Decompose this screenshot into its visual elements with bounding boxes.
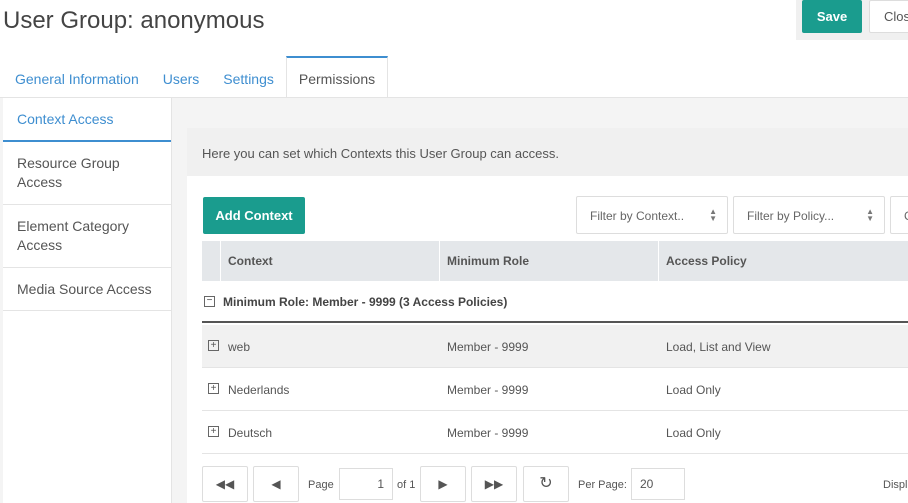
expand-icon[interactable]: + (208, 426, 219, 437)
select-arrows-icon: ▲ ▼ (709, 207, 717, 223)
vtab-element-category-access[interactable]: Element Category Access (3, 205, 171, 268)
display-info: Displ (883, 479, 908, 491)
vtab-media-source-access[interactable]: Media Source Access (3, 268, 171, 311)
table-row[interactable]: + Nederlands Member - 9999 Load Only (202, 368, 908, 411)
tab-general-information[interactable]: General Information (3, 56, 151, 98)
next-page-button[interactable]: ▶ (420, 466, 466, 502)
per-page-input[interactable] (631, 468, 685, 500)
grid-header: Context Minimum Role Access Policy (202, 241, 908, 281)
permissions-vertical-tabs: Context Access Resource Group Access Ele… (3, 98, 172, 503)
page-number-input[interactable] (339, 468, 393, 500)
clear-filter-label: C (904, 209, 908, 223)
page-of-label: of 1 (397, 479, 416, 491)
filter-by-policy-select[interactable]: Filter by Policy... ▲ ▼ (733, 196, 885, 234)
add-context-button[interactable]: Add Context (203, 197, 305, 234)
select-arrows-icon: ▲ ▼ (866, 207, 874, 223)
context-access-content: Here you can set which Contexts this Use… (187, 128, 908, 503)
expand-icon[interactable]: + (208, 340, 219, 351)
first-page-button[interactable]: ◀◀ (202, 466, 248, 502)
cell-context: web (228, 340, 251, 354)
page-label: Page (308, 479, 334, 491)
group-header-row[interactable]: − Minimum Role: Member - 9999 (3 Access … (202, 281, 908, 323)
cell-access-policy: Load Only (666, 426, 721, 440)
cell-context: Nederlands (228, 383, 290, 397)
clear-filter-button[interactable]: C (890, 196, 908, 234)
tab-permissions[interactable]: Permissions (285, 56, 389, 98)
vtab-label: Element Category Access (17, 218, 130, 253)
vtab-label: Context Access (17, 110, 114, 127)
vtab-label: Resource Group Access (17, 155, 120, 190)
double-right-icon: ▶▶ (484, 477, 504, 491)
tab-users[interactable]: Users (151, 56, 212, 98)
column-header-context[interactable]: Context (220, 241, 439, 281)
cell-minimum-role: Member - 9999 (447, 383, 529, 397)
prev-page-button[interactable]: ◀ (253, 466, 299, 502)
filter-placeholder: Filter by Policy... (747, 209, 835, 223)
vtab-context-access[interactable]: Context Access (3, 98, 171, 142)
cell-minimum-role: Member - 9999 (447, 340, 529, 354)
double-left-icon: ◀◀ (215, 477, 235, 491)
left-triangle-icon: ◀ (271, 477, 281, 491)
main-tabs: General Information Users Settings Permi… (3, 56, 389, 98)
expand-icon[interactable]: + (208, 383, 219, 394)
info-text: Here you can set which Contexts this Use… (187, 128, 908, 176)
pagination-toolbar: ◀◀ ◀ Page of 1 ▶ ▶▶ ↻ Per Page: Displ (202, 465, 908, 502)
column-header-access-policy[interactable]: Access Policy (658, 241, 908, 281)
right-triangle-icon: ▶ (438, 477, 448, 491)
cell-access-policy: Load Only (666, 383, 721, 397)
column-header-minimum-role[interactable]: Minimum Role (439, 241, 658, 281)
save-button[interactable]: Save (802, 0, 862, 33)
vtab-label: Media Source Access (17, 280, 152, 297)
filter-placeholder: Filter by Context.. (590, 209, 685, 223)
table-row[interactable]: + web Member - 9999 Load, List and View (202, 325, 908, 368)
cell-access-policy: Load, List and View (666, 340, 771, 354)
refresh-icon: ↻ (539, 475, 553, 492)
table-row[interactable]: + Deutsch Member - 9999 Load Only (202, 411, 908, 454)
last-page-button[interactable]: ▶▶ (471, 466, 517, 502)
per-page-label: Per Page: (578, 479, 627, 491)
close-button[interactable]: Clos (869, 0, 908, 33)
filter-by-context-select[interactable]: Filter by Context.. ▲ ▼ (576, 196, 728, 234)
cell-minimum-role: Member - 9999 (447, 426, 529, 440)
page-title: User Group: anonymous (3, 7, 265, 34)
vtab-resource-group-access[interactable]: Resource Group Access (3, 142, 171, 205)
group-label: Minimum Role: Member - 9999 (3 Access Po… (223, 295, 508, 309)
refresh-button[interactable]: ↻ (523, 466, 569, 502)
collapse-icon[interactable]: − (204, 296, 215, 307)
tab-settings[interactable]: Settings (211, 56, 286, 98)
cell-context: Deutsch (228, 426, 273, 440)
